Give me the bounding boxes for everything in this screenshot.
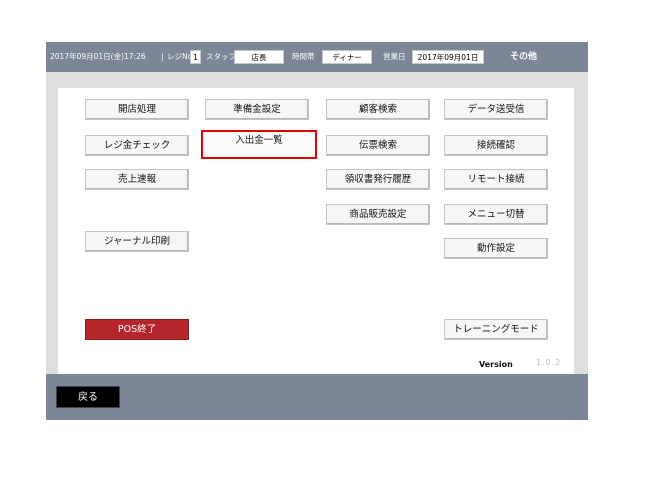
pos-screen: 2017年09月01日(金)17:26 | レジNo 1 スタッフ 店長 時間帯… xyxy=(46,42,588,420)
menu-switch-button[interactable]: メニュー切替 xyxy=(444,204,548,225)
sales-report-button[interactable]: 売上速報 xyxy=(85,169,189,190)
footer-bar: 戻る xyxy=(46,374,588,420)
status-bar: 2017年09月01日(金)17:26 | レジNo 1 スタッフ 店長 時間帯… xyxy=(46,42,588,72)
datetime: 2017年09月01日(金)17:26 xyxy=(50,52,146,61)
journal-print-button[interactable]: ジャーナル印刷 xyxy=(85,231,189,252)
float-setting-button[interactable]: 準備金設定 xyxy=(205,99,309,120)
connection-check-button[interactable]: 接続確認 xyxy=(444,135,548,156)
receipt-history-button[interactable]: 領収書発行履歴 xyxy=(326,169,430,190)
open-store-button[interactable]: 開店処理 xyxy=(85,99,189,120)
divider: | xyxy=(161,52,164,61)
register-label: レジNo xyxy=(167,52,193,61)
data-send-receive-button[interactable]: データ送受信 xyxy=(444,99,548,120)
version-number: 1.0.2 xyxy=(536,358,562,367)
pos-exit-button[interactable]: POS終了 xyxy=(85,319,189,340)
timeslot-label: 時間帯 xyxy=(292,52,315,61)
business-day-label: 営業日 xyxy=(383,52,406,61)
slip-search-button[interactable]: 伝票検索 xyxy=(326,135,430,156)
register-number: 1 xyxy=(190,50,201,64)
operation-setting-button[interactable]: 動作設定 xyxy=(444,238,548,259)
timeslot-value[interactable]: ディナー xyxy=(322,50,372,64)
business-day-value: 2017年09月01日 xyxy=(412,50,484,64)
staff-label: スタッフ xyxy=(206,52,236,61)
staff-value[interactable]: 店長 xyxy=(234,50,284,64)
other-menu[interactable]: その他 xyxy=(510,42,537,72)
customer-search-button[interactable]: 顧客検索 xyxy=(326,99,430,120)
register-check-button[interactable]: レジ金チェック xyxy=(85,135,189,156)
version-label: Version xyxy=(479,360,513,369)
menu-panel: 開店処理 レジ金チェック 売上速報 ジャーナル印刷 POS終了 準備金設定 入出… xyxy=(58,88,574,395)
remote-connect-button[interactable]: リモート接続 xyxy=(444,169,548,190)
cash-in-out-list-button[interactable]: 入出金一覧 xyxy=(201,130,317,159)
product-sales-setting-button[interactable]: 商品販売設定 xyxy=(326,204,430,225)
training-mode-button[interactable]: トレーニングモード xyxy=(444,319,548,340)
back-button[interactable]: 戻る xyxy=(56,386,120,408)
